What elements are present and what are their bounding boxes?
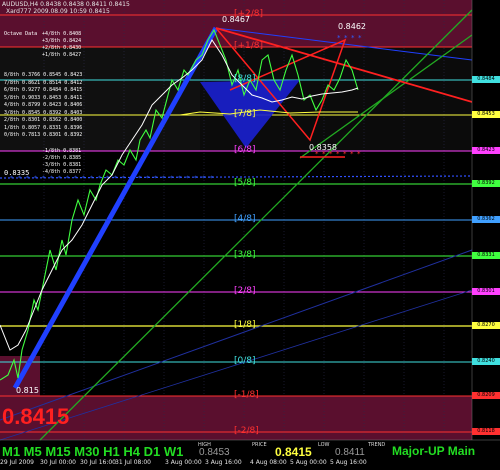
time-axis-label: 5 Aug 00:00 xyxy=(290,459,327,466)
marker-star: * xyxy=(186,175,189,182)
marker-star: * xyxy=(138,175,141,182)
indicator-caption: Xard777 2009.08.09 10:59 0.8415 xyxy=(6,8,110,15)
marker-star: * xyxy=(146,175,149,182)
price-tag: 0.8270 xyxy=(472,322,500,329)
price-value: 0.8415 xyxy=(275,445,312,459)
marker-star: * xyxy=(50,175,53,182)
price-label: PRICE xyxy=(252,442,267,448)
trend-value: Major-UP Main xyxy=(392,444,476,458)
marker-star: * xyxy=(154,175,157,182)
price-tag: 0.8484 xyxy=(472,76,500,83)
right-high-label: 0.8462 xyxy=(338,22,366,31)
time-axis-label: 3 Aug 16:00 xyxy=(205,459,242,466)
marker-star: * xyxy=(90,175,93,182)
octave-level-label: [3/8] xyxy=(234,250,256,260)
price-tag: 0.8301 xyxy=(472,288,500,295)
marker-star: * xyxy=(58,175,61,182)
marker-star: * xyxy=(351,34,355,42)
octave-level-label: [-2/8] xyxy=(234,426,259,436)
current-price-big: 0.8415 xyxy=(2,404,70,429)
marker-star: * xyxy=(337,34,341,42)
price-tag: 0.8423 xyxy=(472,147,500,154)
octave-minus-row: -2/8th 0.8385 xyxy=(42,155,82,161)
time-axis-label: 31 Jul 08:00 xyxy=(115,459,151,466)
octave-level-label: [6/8] xyxy=(234,145,256,155)
marker-star: * xyxy=(42,175,45,182)
octave-level-label: [7/8] xyxy=(234,109,256,119)
marker-star: * xyxy=(194,175,197,182)
marker-star: * xyxy=(343,150,347,158)
time-axis-label: 30 Jul 16:00 xyxy=(80,459,116,466)
octave-left-row: 8/8th 0.3766 0.8545 0.8423 xyxy=(4,72,83,78)
octave-row: +3/8th 0.8424 xyxy=(42,38,82,44)
octave-level-label: [8/8] xyxy=(234,74,256,84)
octave-level-label: [0/8] xyxy=(234,356,256,366)
time-axis-label: 30 Jul 00:00 xyxy=(40,459,76,466)
time-axis-label: 4 Aug 08:00 xyxy=(250,459,287,466)
low-value: 0.8411 xyxy=(335,447,365,458)
price-tag: 0.8453 xyxy=(472,111,500,118)
marker-star: * xyxy=(357,150,361,158)
octave-level-label: [+1/8] xyxy=(234,41,264,51)
marker-star: * xyxy=(358,34,362,42)
price-tag: 0.8118 xyxy=(472,428,500,435)
octave-level-label: [4/8] xyxy=(234,214,256,224)
symbol-header: AUDUSD,H4 0.8438 0.8438 0.8411 0.8415 xyxy=(2,1,130,8)
octave-level-label: [-1/8] xyxy=(234,390,259,400)
octave-minus-row: -4/8th 0.8377 xyxy=(42,169,82,175)
price-tag: 0.8240 xyxy=(472,358,500,365)
octave-left-row: 6/8th 0.9277 0.8484 0.8415 xyxy=(4,87,83,93)
marker-star: * xyxy=(350,150,354,158)
octave-left-row: 3/8th 0.8545 0.8392 0.8403 xyxy=(4,109,83,116)
octave-level-label: [1/8] xyxy=(234,320,256,330)
octave-left-row: 5/8th 0.9033 0.8453 0.8411 xyxy=(4,94,83,101)
left-low-label: 0.815 xyxy=(16,386,39,395)
octave-left-row: 7/8th 0.8621 0.8514 0.8412 xyxy=(4,79,83,86)
marker-star: * xyxy=(82,175,85,182)
marker-star: * xyxy=(114,175,117,182)
price-tag: 0.8362 xyxy=(472,216,500,223)
marker-star: * xyxy=(210,175,213,182)
marker-star: * xyxy=(122,175,125,182)
swing-low-label: 0.8358 xyxy=(309,143,337,152)
octave-left-row: 1/8th 0.8057 0.8331 0.8396 xyxy=(4,124,83,131)
octave-level-label: [2/8] xyxy=(234,286,256,296)
marker-star: * xyxy=(178,175,181,182)
time-axis-label: 3 Aug 00:00 xyxy=(165,459,202,466)
high-value: 0.8453 xyxy=(199,447,230,458)
left-level-value: 0.8335 xyxy=(4,169,30,177)
octave-minus-row: -3/8th 0.8381 xyxy=(42,162,82,168)
low-label: LOW xyxy=(318,442,330,448)
price-tag: 0.8209 xyxy=(472,392,500,399)
octave-left-row: 0/8th 0.7813 0.8301 0.8392 xyxy=(4,132,83,138)
marker-star: * xyxy=(74,175,77,182)
octave-level-label: [5/8] xyxy=(234,178,256,188)
octave-row: +2/8th 0.8430 xyxy=(42,45,82,51)
marker-star: * xyxy=(170,175,173,182)
octave-title: Octave Data xyxy=(4,31,38,37)
marker-star: * xyxy=(344,34,348,42)
marker-star: * xyxy=(202,175,205,182)
octave-left-row: 2/8th 0.8301 0.8362 0.8400 xyxy=(4,117,83,123)
marker-star: * xyxy=(98,175,101,182)
price-tag: 0.8392 xyxy=(472,180,500,187)
octave-row: +4/8th 0.8408 xyxy=(42,31,82,37)
trend-label: TREND xyxy=(368,442,386,448)
time-axis-label: 29 Jul 2009 xyxy=(0,459,34,466)
octave-row: +1/8th 0.8427 xyxy=(42,52,82,58)
price-tag: 0.8331 xyxy=(472,252,500,259)
octave-minus-row: -1/8th 0.8381 xyxy=(42,148,82,154)
time-axis-label: 5 Aug 16:00 xyxy=(330,459,367,466)
octave-left-row: 4/8th 0.8799 0.8423 0.8406 xyxy=(4,102,83,108)
marker-star: * xyxy=(66,175,69,182)
marker-star: * xyxy=(34,175,37,182)
marker-star: * xyxy=(162,175,165,182)
timeframe-buttons[interactable]: M1 M5 M15 M30 H1 H4 D1 W1 xyxy=(2,444,183,459)
swing-high-label: 0.8467 xyxy=(222,15,250,24)
